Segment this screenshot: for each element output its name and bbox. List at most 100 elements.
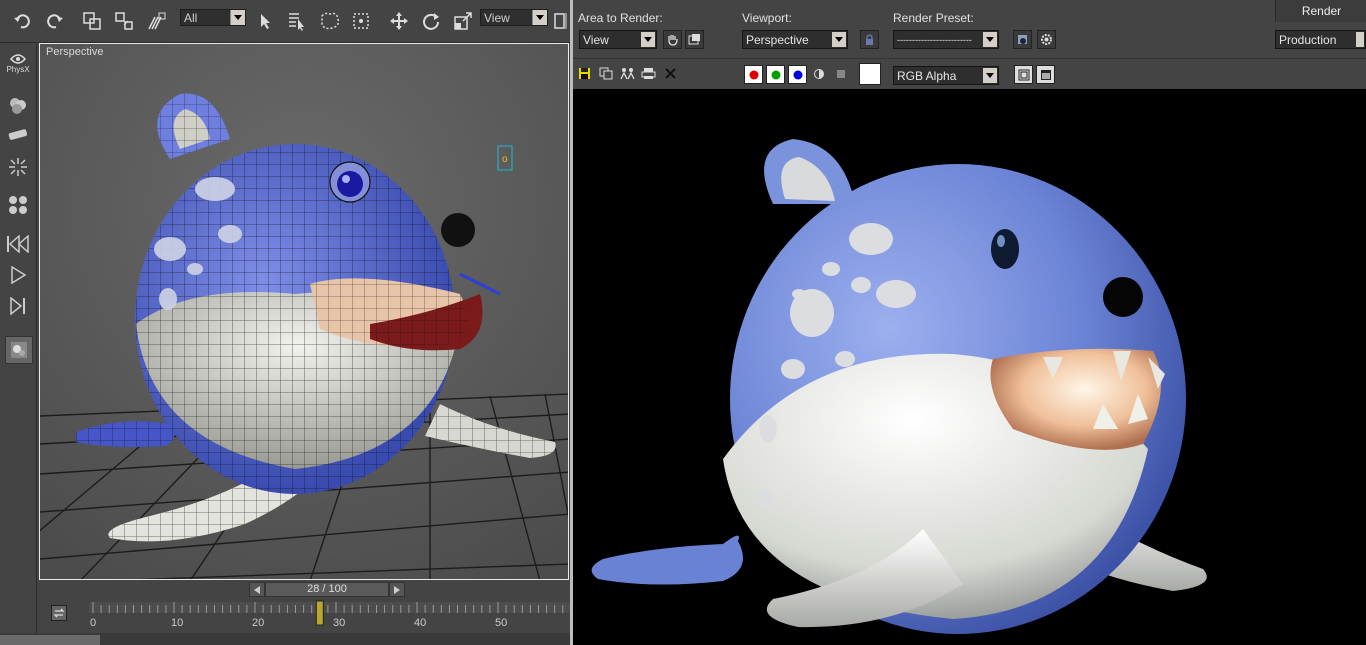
- production-value: Production: [1279, 33, 1337, 47]
- track-bar[interactable]: 0 10 20 30 40 50: [39, 599, 570, 633]
- bind-space-warp-icon: [148, 12, 166, 30]
- render-preset-dropdown[interactable]: -------------------------: [893, 30, 999, 49]
- render-preset-value: -------------------------: [897, 35, 972, 45]
- render-button[interactable]: Render: [1275, 0, 1366, 22]
- ruler-label: 50: [495, 617, 507, 629]
- save-button[interactable]: [578, 67, 591, 83]
- current-frame-marker[interactable]: [315, 600, 324, 626]
- material-editor-button[interactable]: [5, 336, 33, 364]
- green-dot-icon: [771, 70, 780, 79]
- blue-dot-icon: [793, 70, 802, 79]
- reference-coord-value: View: [484, 11, 510, 25]
- unlink-button[interactable]: [112, 9, 136, 33]
- reference-coord-dropdown[interactable]: View: [480, 9, 548, 26]
- physx-button[interactable]: PhysX: [5, 50, 31, 76]
- physx-label: PhysX: [6, 64, 30, 74]
- region-select-icon: [321, 12, 340, 30]
- play-button[interactable]: [5, 262, 31, 288]
- viewport-label[interactable]: Perspective: [46, 46, 103, 58]
- redo-button[interactable]: [43, 9, 67, 33]
- copy-icon: [599, 67, 613, 80]
- pivot-button[interactable]: [552, 9, 570, 33]
- toggle-ui-button[interactable]: [1036, 65, 1055, 84]
- selection-filter-dropdown[interactable]: All: [180, 9, 246, 26]
- cloth-button[interactable]: [5, 122, 31, 148]
- channel-dropdown[interactable]: RGB Alpha: [893, 66, 999, 85]
- frame-indicator[interactable]: 28 / 100: [265, 582, 389, 597]
- toggle-ui-overlay-button[interactable]: [1014, 65, 1033, 84]
- ruler-label: 20: [252, 617, 264, 629]
- viewport-dropdown[interactable]: Perspective: [742, 30, 848, 49]
- ruler-label: 10: [171, 617, 183, 629]
- area-to-render-value: View: [583, 33, 609, 47]
- environment-button[interactable]: [1037, 30, 1056, 49]
- rotate-button[interactable]: [419, 9, 443, 33]
- gear-icon: [1041, 34, 1052, 45]
- area-to-render-dropdown[interactable]: View: [579, 30, 657, 49]
- bind-space-warp-button[interactable]: [145, 9, 169, 33]
- window-crossing-button[interactable]: [349, 9, 373, 33]
- render-toolbar: RGB Alpha: [573, 58, 1366, 89]
- production-dropdown[interactable]: Production: [1275, 30, 1366, 49]
- save-icon: [579, 68, 590, 79]
- hand-icon: [668, 35, 678, 46]
- monochrome-button[interactable]: [835, 68, 847, 83]
- edit-region-button[interactable]: [663, 30, 682, 49]
- clear-button[interactable]: [664, 67, 677, 83]
- key-filter-button[interactable]: [51, 605, 67, 621]
- select-object-button[interactable]: [254, 9, 278, 33]
- viewport-label-render: Viewport:: [742, 11, 792, 25]
- chevron-down-icon: [532, 10, 547, 25]
- undo-icon: [14, 14, 30, 29]
- teapot-icon: [1018, 35, 1027, 44]
- status-strip: [0, 633, 570, 645]
- render-header: Area to Render: View Viewport: Perspecti…: [573, 0, 1366, 58]
- ruler-label: 40: [414, 617, 426, 629]
- spheres-button[interactable]: [5, 192, 31, 218]
- chevron-right-icon: [394, 585, 400, 594]
- select-by-name-button[interactable]: [285, 9, 309, 33]
- render-setup-button[interactable]: [1013, 30, 1032, 49]
- auto-region-button[interactable]: [685, 30, 704, 49]
- material-editor-icon: [11, 342, 27, 358]
- play-icon: [11, 266, 27, 284]
- goto-start-button[interactable]: [5, 231, 31, 257]
- lock-viewport-button[interactable]: [860, 30, 879, 49]
- select-icon: [261, 14, 270, 29]
- region-select-button[interactable]: [318, 9, 342, 33]
- cloth-icon: [8, 129, 28, 140]
- chevron-down-icon: [230, 10, 245, 25]
- spheres-icon: [9, 196, 27, 214]
- undo-button[interactable]: [10, 9, 34, 33]
- swap-icon: [53, 608, 65, 618]
- prev-frame-button[interactable]: [249, 582, 265, 597]
- redo-icon: [47, 14, 63, 29]
- rigid-body-button[interactable]: [5, 92, 31, 118]
- explode-button[interactable]: [5, 154, 31, 180]
- area-to-render-label: Area to Render:: [578, 11, 663, 25]
- link-button[interactable]: [80, 9, 104, 33]
- physx-icon: [10, 53, 26, 64]
- alpha-channel-button[interactable]: [813, 68, 825, 83]
- blue-channel-button[interactable]: [788, 65, 807, 84]
- explode-icon: [9, 158, 27, 176]
- next-frame-button[interactable]: [5, 293, 31, 319]
- time-slider[interactable]: 28 / 100: [39, 581, 570, 599]
- next-frame-icon: [10, 297, 25, 315]
- chevron-down-icon: [832, 32, 846, 47]
- scale-icon: [454, 12, 472, 30]
- move-button[interactable]: [387, 9, 411, 33]
- half-circle-icon: [814, 69, 824, 79]
- square-icon: [837, 70, 845, 78]
- pivot-icon: [554, 13, 567, 29]
- green-channel-button[interactable]: [766, 65, 785, 84]
- perspective-viewport[interactable]: o Perspective: [39, 43, 569, 580]
- copy-button[interactable]: [599, 67, 613, 83]
- color-swatch[interactable]: [859, 63, 881, 85]
- next-frame-slider-button[interactable]: [389, 582, 405, 597]
- print-button[interactable]: [641, 67, 656, 83]
- clone-button[interactable]: [620, 67, 636, 83]
- red-channel-button[interactable]: [744, 65, 763, 84]
- scale-button[interactable]: [451, 9, 475, 33]
- move-icon: [390, 12, 408, 30]
